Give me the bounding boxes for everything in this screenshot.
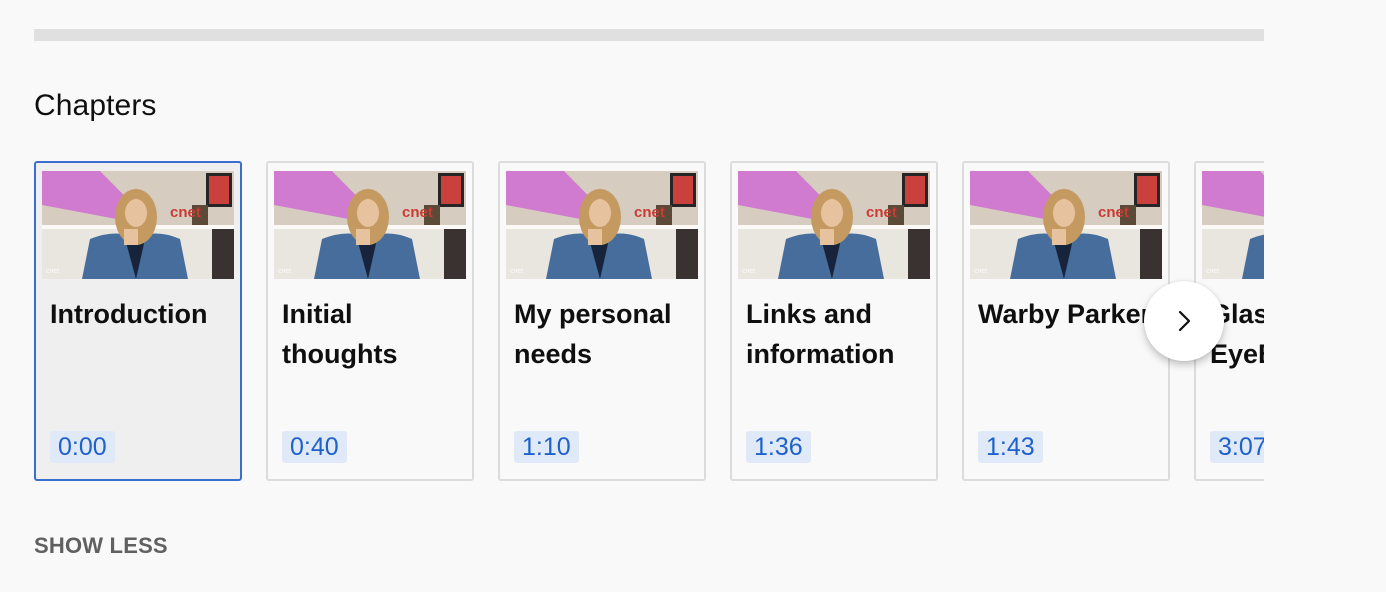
chapter-thumbnail: cnet cnet	[274, 171, 466, 279]
chapter-title: Introduction	[50, 299, 208, 329]
thumbnail-image: cnet cnet	[274, 171, 466, 279]
thumbnail-logo: cnet	[634, 204, 665, 221]
thumbnail-image: cnetcnet	[1202, 171, 1264, 279]
thumbnail-watermark: cnet	[974, 268, 987, 275]
chapter-timestamp[interactable]: 0:40	[282, 431, 347, 463]
chapter-thumbnail: cnet cnet	[970, 171, 1162, 279]
thumbnail-watermark: cnet	[510, 268, 523, 275]
section-title: Chapters	[34, 89, 157, 122]
thumbnail-logo: cnet	[866, 204, 897, 221]
thumbnail-image: cnet cnet	[506, 171, 698, 279]
chapter-timestamp[interactable]: 1:10	[514, 431, 579, 463]
chapters-carousel: cnet cnet Introduction 0:00 cnet cnet Init…	[34, 161, 1264, 481]
show-less-button[interactable]: SHOW LESS	[34, 533, 168, 559]
chapter-title: Links and information	[746, 299, 895, 369]
chapter-thumbnail: cnet cnet	[506, 171, 698, 279]
chapter-title: Warby Parker	[978, 299, 1152, 329]
chapter-timestamp[interactable]: 1:43	[978, 431, 1043, 463]
thumbnail-image: cnet cnet	[42, 171, 234, 279]
chapter-title: My personal needs	[514, 299, 672, 369]
thumbnail-watermark: cnet	[278, 268, 291, 275]
thumbnail-logo: cnet	[402, 204, 433, 221]
thumbnail-image: cnet cnet	[738, 171, 930, 279]
chapter-thumbnail: cnet cnet	[42, 171, 234, 279]
chapter-title: Initial thoughts	[282, 299, 398, 369]
thumbnail-watermark: cnet	[742, 268, 755, 275]
thumbnail-watermark: cnet	[46, 268, 59, 275]
chapter-card[interactable]: cnet cnet Introduction 0:00	[34, 161, 242, 481]
chapters-panel: Chapters cnet cnet Introduction 0:00 cnet…	[0, 0, 1386, 592]
chapter-timestamp[interactable]: 3:07	[1210, 431, 1264, 463]
thumbnail-logo: cnet	[1098, 204, 1129, 221]
chapter-card[interactable]: cnet cnet Warby Parker 1:43	[962, 161, 1170, 481]
chapter-card[interactable]: cnet cnet My personal needs 1:10	[498, 161, 706, 481]
carousel-next-button[interactable]	[1144, 281, 1224, 361]
divider-bar	[34, 29, 1264, 41]
chapter-timestamp[interactable]: 1:36	[746, 431, 811, 463]
chapter-thumbnail: cnetcnet	[1202, 171, 1264, 279]
chapter-timestamp[interactable]: 0:00	[50, 431, 115, 463]
chapter-card[interactable]: cnet cnet Initial thoughts 0:40	[266, 161, 474, 481]
chapter-card[interactable]: cnet cnet Links and information 1:36	[730, 161, 938, 481]
thumbnail-logo: cnet	[170, 204, 201, 221]
thumbnail-image: cnet cnet	[970, 171, 1162, 279]
thumbnail-watermark: cnet	[1206, 268, 1219, 275]
chapter-thumbnail: cnet cnet	[738, 171, 930, 279]
chevron-right-icon	[1178, 310, 1191, 332]
